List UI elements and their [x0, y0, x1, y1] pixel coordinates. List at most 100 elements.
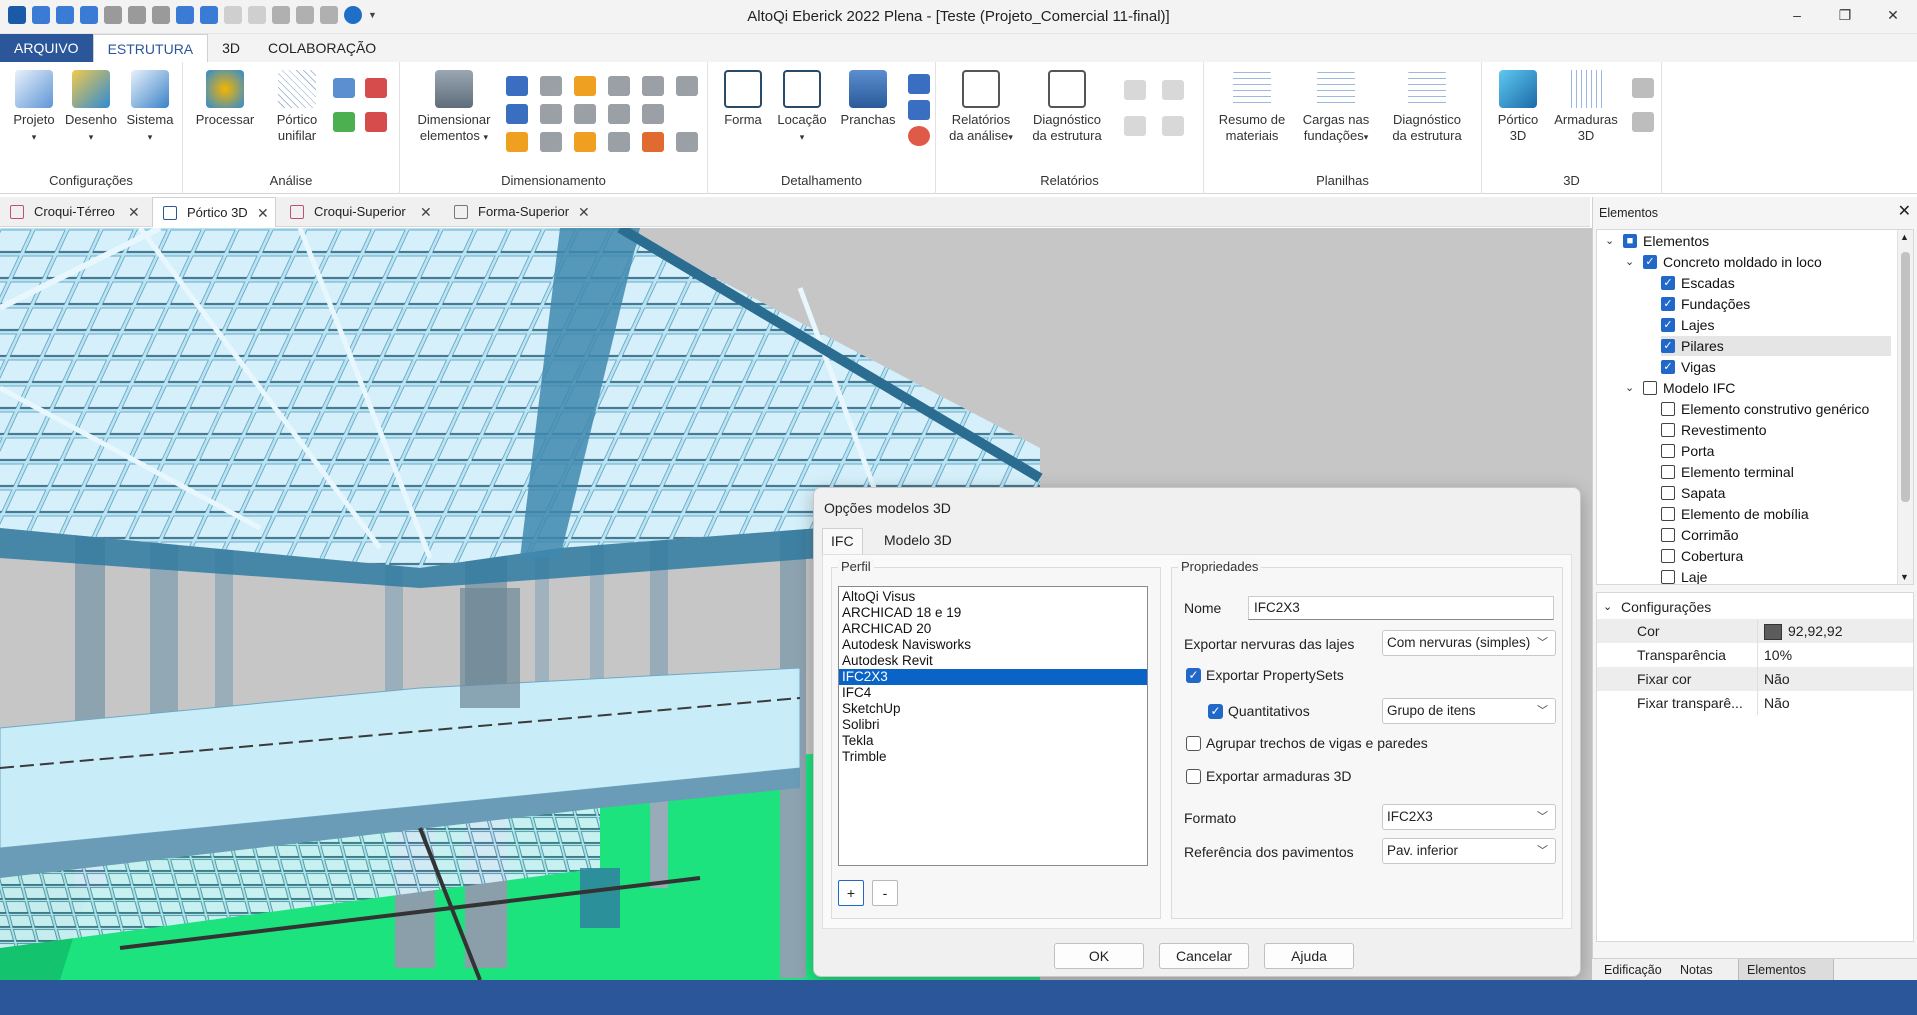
- list-item[interactable]: Solibri: [839, 717, 1147, 733]
- list-item[interactable]: ARCHICAD 20: [839, 621, 1147, 637]
- portico-3d-button[interactable]: Pórtico 3D: [1490, 70, 1546, 144]
- help-button[interactable]: Ajuda: [1264, 943, 1354, 969]
- checkbox[interactable]: [1661, 570, 1675, 584]
- cargas-fundacoes-button[interactable]: Cargas nas fundações▾: [1296, 70, 1376, 145]
- desenho-button[interactable]: Desenho ▾: [62, 70, 120, 145]
- close-button[interactable]: ✕: [1869, 0, 1917, 32]
- analysis-color-icon[interactable]: [365, 112, 387, 132]
- property-row-fixar-transparencia[interactable]: Fixar transparê... Não: [1597, 691, 1913, 715]
- beam-icon[interactable]: [506, 76, 528, 96]
- doc-tab-croqui-superior[interactable]: Croqui-Superior ✕: [280, 197, 440, 227]
- cancel-button[interactable]: Cancelar: [1159, 943, 1249, 969]
- analysis-table-icon[interactable]: [333, 78, 355, 98]
- tree-node-pilares[interactable]: ✓ Pilares: [1661, 336, 1891, 356]
- checkbox[interactable]: [1661, 507, 1675, 521]
- dimensionar-elementos-button[interactable]: Dimensionar elementos ▾: [410, 70, 498, 145]
- sistema-button[interactable]: Sistema ▾: [122, 70, 178, 145]
- tab-colaboracao[interactable]: COLABORAÇÃO: [254, 34, 390, 62]
- report-small-2-icon[interactable]: [1162, 80, 1184, 100]
- detail-grid-icon[interactable]: [908, 100, 930, 120]
- agrupar-checkbox[interactable]: [1186, 736, 1201, 751]
- exportar-propertysets-checkbox[interactable]: ✓: [1186, 668, 1201, 683]
- bar-icon[interactable]: [574, 132, 596, 152]
- stairs-icon[interactable]: [642, 76, 664, 96]
- doc-tab-forma-superior[interactable]: Forma-Superior ✕: [444, 197, 602, 227]
- chevron-down-icon[interactable]: ⌄: [1625, 378, 1634, 398]
- config-header[interactable]: ⌄ Configurações: [1597, 595, 1913, 619]
- formato-select[interactable]: IFC2X3 ﹀: [1382, 804, 1556, 830]
- ramp-icon[interactable]: [506, 104, 528, 124]
- projeto-button[interactable]: Projeto ▾: [8, 70, 60, 145]
- resumo-materiais-button[interactable]: Resumo de materiais: [1214, 70, 1290, 144]
- profile-list[interactable]: AltoQi Visus ARCHICAD 18 e 19 ARCHICAD 2…: [838, 586, 1148, 866]
- minimize-button[interactable]: –: [1773, 0, 1821, 32]
- doc-tab-portico-3d[interactable]: Pórtico 3D ✕: [152, 197, 276, 227]
- list-item[interactable]: Trimble: [839, 749, 1147, 765]
- scroll-thumb[interactable]: [1901, 252, 1910, 502]
- relatorios-analise-button[interactable]: Relatórios da análise▾: [944, 70, 1018, 145]
- exportar-armaduras-checkbox[interactable]: [1186, 769, 1201, 784]
- pile-icon[interactable]: [608, 104, 630, 124]
- tree-scrollbar[interactable]: ▲ ▼: [1897, 230, 1913, 584]
- detail-table-icon[interactable]: [908, 74, 930, 94]
- scroll-down-icon[interactable]: ▼: [1900, 572, 1909, 582]
- dialog-tab-modelo-3d[interactable]: Modelo 3D: [876, 528, 960, 554]
- list-item-selected[interactable]: IFC2X3: [839, 669, 1147, 685]
- diagnostico-analise-button[interactable]: Diagnóstico da estrutura: [1024, 70, 1110, 144]
- slab-icon[interactable]: [540, 76, 562, 96]
- 3d-small-1-icon[interactable]: [1632, 78, 1654, 98]
- quantitativos-checkbox[interactable]: ✓: [1208, 704, 1223, 719]
- chevron-down-icon[interactable]: ⌄: [1625, 252, 1634, 272]
- forma-button[interactable]: Forma: [718, 70, 768, 128]
- diagnostico-estrutura-button[interactable]: Diagnóstico da estrutura: [1382, 70, 1472, 144]
- portico-unifilar-button[interactable]: Pórtico unifilar: [267, 70, 327, 144]
- close-tab-icon[interactable]: ✕: [128, 197, 140, 227]
- checkbox[interactable]: ✓: [1661, 318, 1675, 332]
- dialog-tab-ifc[interactable]: IFC: [822, 528, 863, 554]
- property-row-cor[interactable]: Cor 92,92,92: [1597, 619, 1913, 643]
- report-small-1-icon[interactable]: [1124, 80, 1146, 100]
- locacao-button[interactable]: Locação ▾: [774, 70, 830, 145]
- grid-icon[interactable]: [608, 76, 630, 96]
- checkbox[interactable]: [1643, 381, 1657, 395]
- chevron-down-icon[interactable]: ⌄: [1605, 231, 1614, 251]
- restore-button[interactable]: ❐: [1821, 0, 1869, 32]
- checkbox[interactable]: [1661, 486, 1675, 500]
- wall-icon[interactable]: [676, 76, 698, 96]
- quantitativos-select[interactable]: Grupo de itens ﹀: [1382, 698, 1556, 724]
- tools-icon[interactable]: [676, 132, 698, 152]
- doc-tab-croqui-terreo[interactable]: Croqui-Térreo ✕: [0, 197, 150, 227]
- footing-icon[interactable]: [540, 104, 562, 124]
- checkbox[interactable]: [1661, 528, 1675, 542]
- checkbox-partial[interactable]: ■: [1623, 234, 1637, 248]
- tab-notas[interactable]: Notas: [1672, 959, 1721, 981]
- report-small-3-icon[interactable]: [1124, 116, 1146, 136]
- checkbox[interactable]: [1661, 402, 1675, 416]
- exportar-nervuras-select[interactable]: Com nervuras (simples) ﹀: [1382, 630, 1556, 656]
- remove-profile-button[interactable]: -: [872, 880, 898, 906]
- close-tab-icon[interactable]: ✕: [420, 197, 432, 227]
- fire-icon[interactable]: [642, 132, 664, 152]
- close-tab-icon[interactable]: ✕: [257, 198, 269, 228]
- tank-icon[interactable]: [642, 104, 664, 124]
- list-item[interactable]: ARCHICAD 18 e 19: [839, 605, 1147, 621]
- column-icon[interactable]: [574, 76, 596, 96]
- checkbox[interactable]: ✓: [1643, 255, 1657, 269]
- analysis-check-icon[interactable]: [333, 112, 355, 132]
- checkbox[interactable]: ✓: [1661, 360, 1675, 374]
- pillar-icon[interactable]: [506, 132, 528, 152]
- tab-arquivo[interactable]: ARQUIVO: [0, 34, 93, 62]
- 3d-small-2-icon[interactable]: [1632, 112, 1654, 132]
- checkbox[interactable]: [1661, 444, 1675, 458]
- list-item[interactable]: Tekla: [839, 733, 1147, 749]
- detail-refresh-icon[interactable]: [908, 126, 930, 146]
- close-panel-icon[interactable]: ✕: [1898, 201, 1911, 221]
- analysis-grid-icon[interactable]: [365, 78, 387, 98]
- tab-3d[interactable]: 3D: [208, 34, 254, 62]
- referencia-select[interactable]: Pav. inferior ﹀: [1382, 838, 1556, 864]
- tab-elementos[interactable]: Elementos: [1738, 959, 1834, 981]
- list-item[interactable]: Autodesk Navisworks: [839, 637, 1147, 653]
- list-item[interactable]: AltoQi Visus: [839, 589, 1147, 605]
- armaduras-3d-button[interactable]: Armaduras 3D: [1548, 70, 1624, 144]
- checkbox[interactable]: ✓: [1661, 276, 1675, 290]
